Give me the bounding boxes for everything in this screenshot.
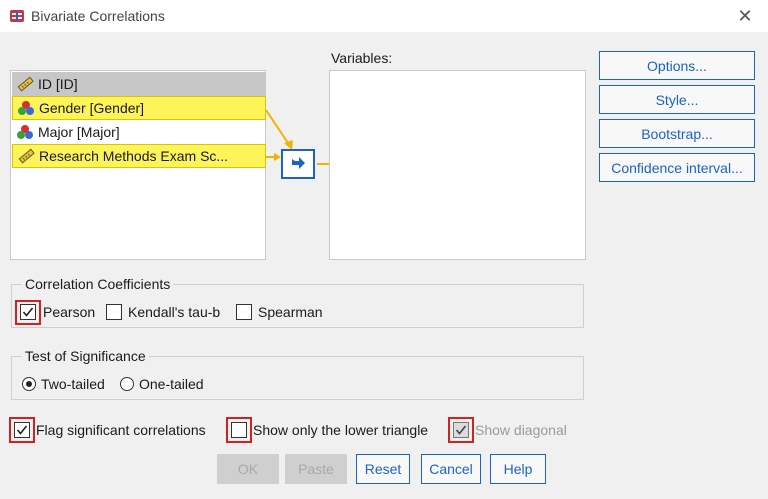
variables-label: Variables: [331,50,393,66]
pearson-checkbox[interactable] [20,304,36,320]
list-item[interactable]: Major [Major] [12,120,266,144]
pearson-label: Pearson [43,304,96,320]
nominal-icon [18,101,34,115]
move-right-button[interactable] [281,149,315,179]
checkmark-icon [16,425,28,435]
close-icon[interactable]: ✕ [722,0,768,32]
show-diagonal-checkbox[interactable] [453,422,469,438]
checkmark-icon [22,307,34,317]
kendall-checkbox[interactable] [106,304,122,320]
flag-significant-label: Flag significant correlations [36,422,206,438]
help-button[interactable]: Help [490,454,546,484]
list-item-label: Research Methods Exam Sc... [39,148,229,164]
reset-button[interactable]: Reset [356,454,410,484]
target-variable-list[interactable] [329,70,586,260]
nominal-icon [17,125,33,139]
spearman-checkbox[interactable] [236,304,252,320]
lower-triangle-checkbox[interactable] [231,422,247,438]
arrow-right-icon [292,157,305,169]
ruler-icon [17,76,34,92]
list-item-label: Major [Major] [38,124,120,140]
spss-app-icon [10,10,24,22]
radio-dot [26,381,32,387]
group-title: Test of Significance [22,348,149,364]
cancel-button[interactable]: Cancel [421,454,481,484]
ruler-icon [18,148,35,164]
list-item[interactable]: Research Methods Exam Sc... [12,144,266,168]
checkmark-icon [455,425,467,435]
lower-triangle-label: Show only the lower triangle [253,422,429,438]
options-button[interactable]: Options... [599,51,755,80]
source-variable-list[interactable]: ID [ID] Gender [Gender] Major [Major] Re… [10,70,266,260]
title-bar: Bivariate Correlations ✕ [0,0,768,32]
paste-button[interactable]: Paste [285,454,347,484]
confidence-interval-button[interactable]: Confidence interval... [599,153,755,182]
window-title: Bivariate Correlations [31,8,165,24]
list-item[interactable]: ID [ID] [12,72,266,96]
two-tailed-radio[interactable] [22,377,36,391]
bootstrap-button[interactable]: Bootstrap... [599,119,755,148]
ok-button[interactable]: OK [217,454,279,484]
list-item[interactable]: Gender [Gender] [12,96,266,120]
one-tailed-radio[interactable] [120,377,134,391]
list-item-label: ID [ID] [38,76,78,92]
spearman-label: Spearman [258,304,323,320]
list-item-label: Gender [Gender] [39,100,145,116]
kendall-label: Kendall's tau-b [128,304,221,320]
two-tailed-label: Two-tailed [41,376,105,392]
group-title: Correlation Coefficients [22,276,174,292]
style-button[interactable]: Style... [599,85,755,114]
show-diagonal-label: Show diagonal [475,422,567,438]
flag-significant-checkbox[interactable] [14,422,30,438]
one-tailed-label: One-tailed [139,376,204,392]
